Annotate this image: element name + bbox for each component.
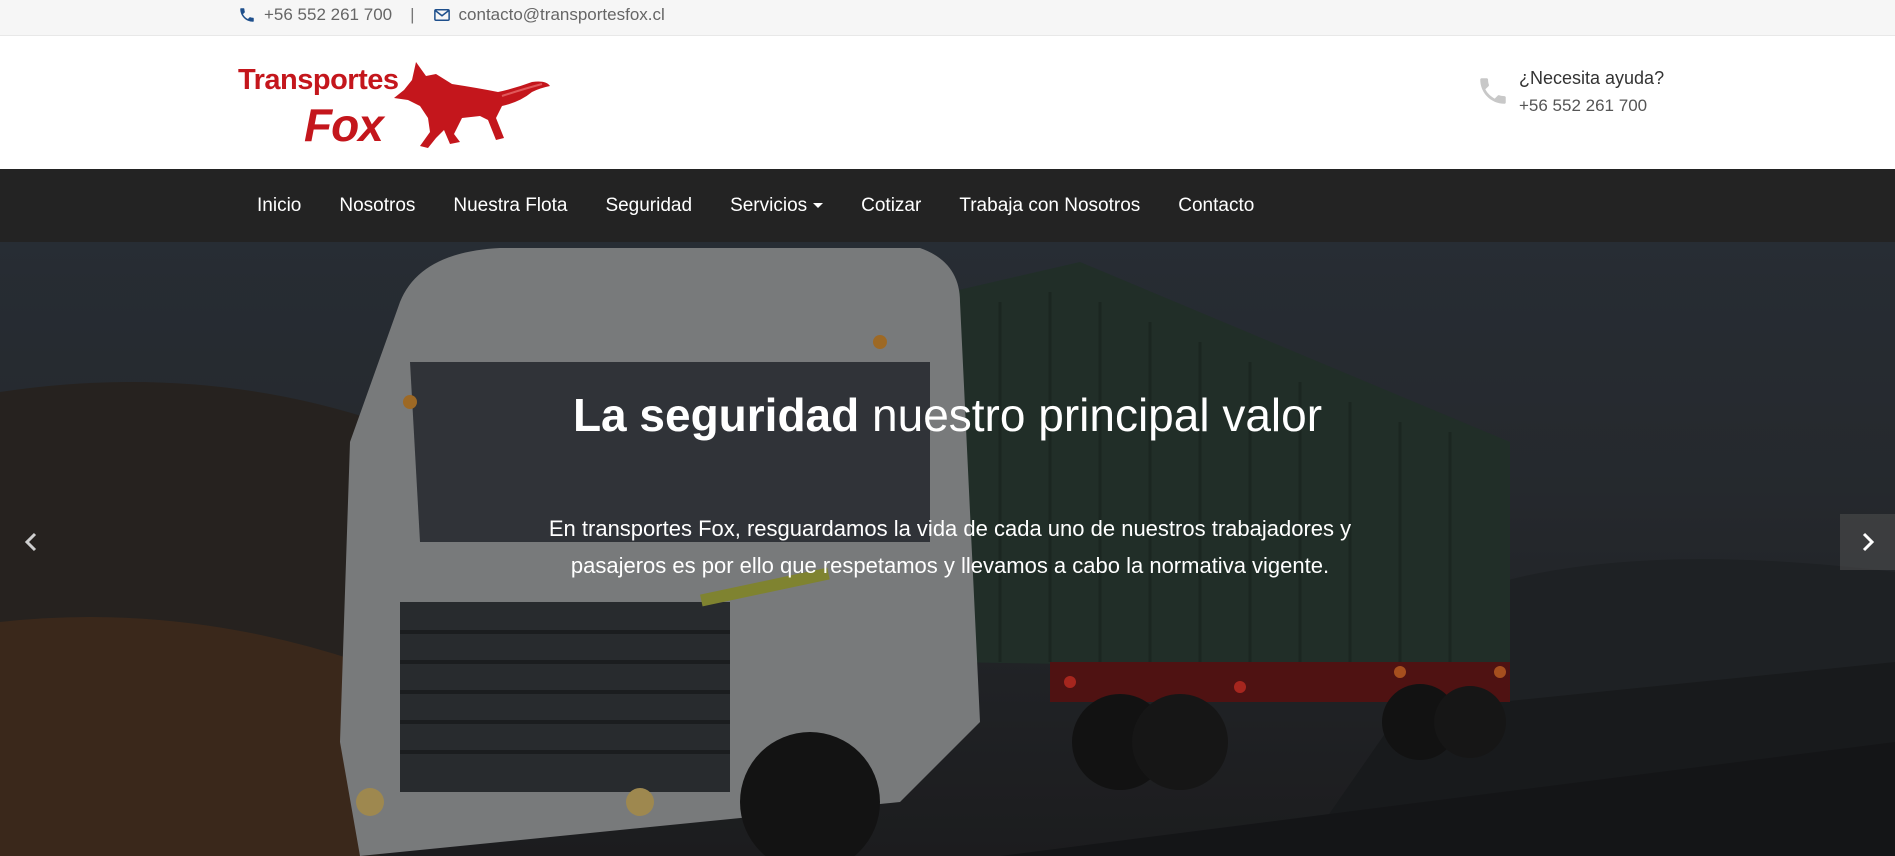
main-nav: Inicio Nosotros Nuestra Flota Seguridad …	[0, 169, 1895, 242]
nav-menu: Inicio Nosotros Nuestra Flota Seguridad …	[238, 169, 1273, 242]
site-header: Transportes Fox ¿Necesita ayuda? +56 552…	[0, 36, 1895, 169]
hero-title-rest: nuestro principal valor	[859, 389, 1323, 441]
nav-item-seguridad[interactable]: Seguridad	[586, 195, 711, 217]
hero-slider: La seguridad nuestro principal valor En …	[0, 242, 1895, 856]
help-contact: ¿Necesita ayuda? +56 552 261 700	[1476, 66, 1706, 126]
hero-title: La seguridad nuestro principal valor	[0, 388, 1895, 442]
logo-text-line2: Fox	[304, 99, 384, 151]
top-bar-email-link[interactable]: contacto@transportesfox.cl	[459, 5, 665, 25]
hero-title-bold: La seguridad	[572, 389, 860, 441]
nav-item-servicios[interactable]: Servicios	[711, 195, 842, 217]
nav-item-nosotros[interactable]: Nosotros	[320, 195, 434, 217]
top-bar-phone-link[interactable]: +56 552 261 700	[264, 5, 392, 25]
nav-item-contacto[interactable]: Contacto	[1159, 195, 1273, 217]
nav-item-nuestra-flota[interactable]: Nuestra Flota	[434, 195, 586, 217]
hero-text: En transportes Fox, resguardamos la vida…	[548, 516, 1352, 578]
top-bar-separator: |	[410, 5, 415, 24]
nav-item-trabaja-con-nosotros[interactable]: Trabaja con Nosotros	[940, 195, 1159, 217]
help-phone[interactable]: +56 552 261 700	[1519, 96, 1647, 116]
help-title: ¿Necesita ayuda?	[1519, 68, 1665, 88]
phone-icon	[1480, 78, 1506, 104]
caret-down-icon	[813, 203, 824, 208]
chevron-right-icon	[1862, 532, 1875, 552]
chevron-left-icon	[24, 532, 37, 552]
nav-item-inicio[interactable]: Inicio	[238, 195, 320, 217]
phone-icon	[240, 8, 254, 22]
envelope-icon	[433, 9, 450, 21]
logo-text-line1: Transportes	[238, 64, 399, 96]
slider-next-button[interactable]	[1840, 514, 1895, 570]
nav-item-cotizar[interactable]: Cotizar	[842, 195, 940, 217]
slider-prev-button[interactable]	[3, 514, 59, 570]
logo[interactable]: Transportes Fox	[236, 58, 556, 158]
fox-logo-icon	[394, 62, 550, 148]
nav-item-servicios-label: Servicios	[730, 194, 808, 216]
top-bar: +56 552 261 700 | contacto@transportesfo…	[0, 0, 1895, 36]
top-bar-contact: +56 552 261 700 | contacto@transportesfo…	[238, 0, 665, 30]
